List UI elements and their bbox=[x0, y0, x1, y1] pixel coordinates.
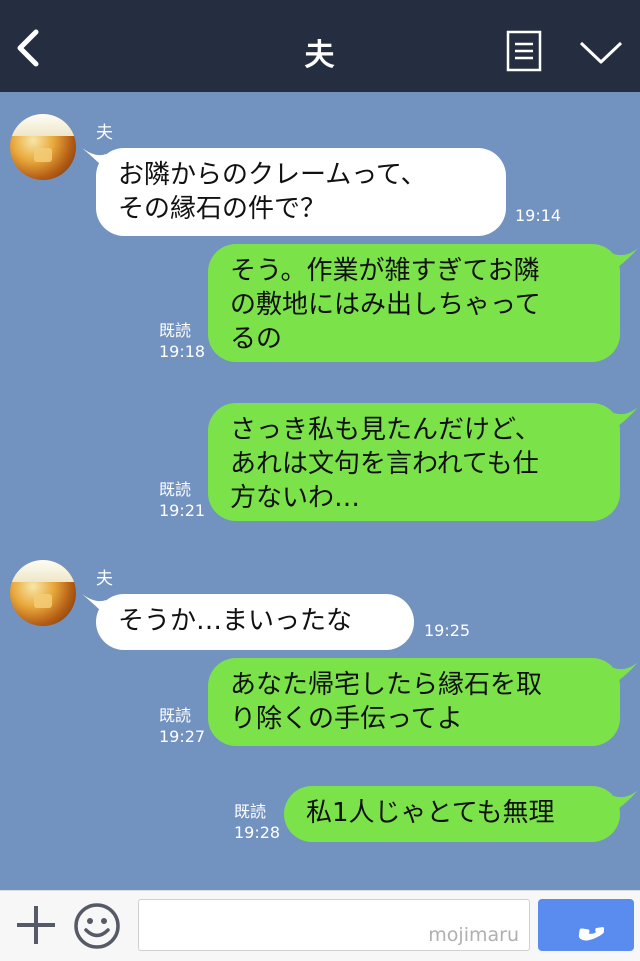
watermark: mojimaru bbox=[428, 924, 519, 946]
message-bubble: そうか…まいったな bbox=[96, 594, 414, 650]
message-time: 19:18 bbox=[159, 342, 206, 361]
chat-header: 夫 bbox=[0, 0, 640, 92]
sender-name: 夫 bbox=[96, 123, 113, 143]
avatar[interactable] bbox=[10, 114, 76, 180]
message-time: 19:14 bbox=[515, 206, 562, 225]
message-time: 19:21 bbox=[159, 501, 206, 520]
read-status: 既読 bbox=[159, 706, 192, 725]
message-time: 19:25 bbox=[424, 621, 471, 640]
message-bubble: 私1人じゃとても無理 bbox=[284, 786, 620, 842]
read-status: 既読 bbox=[159, 480, 192, 499]
note-icon[interactable] bbox=[506, 30, 542, 72]
message-time: 19:27 bbox=[159, 727, 206, 746]
chat-area[interactable]: 夫 お隣からのクレームって、 その縁石の件で？ 19:14 そう。作業が雑すぎて… bbox=[0, 92, 640, 890]
message-bubble: さっき私も見たんだけど、 あれは文句を言われても仕 方ないわ… bbox=[208, 403, 620, 521]
read-status: 既読 bbox=[159, 321, 192, 340]
smiley-icon[interactable] bbox=[72, 901, 122, 951]
message-bubble: あなた帰宅したら縁石を取 り除くの手伝ってよ bbox=[208, 658, 620, 746]
message-bubble: お隣からのクレームって、 その縁石の件で？ bbox=[96, 148, 506, 236]
plus-icon[interactable] bbox=[14, 903, 58, 947]
call-button[interactable] bbox=[538, 899, 634, 951]
message-time: 19:28 bbox=[234, 823, 281, 842]
bubble-tail bbox=[614, 248, 638, 270]
message-bubble: そう。作業が雑すぎてお隣 の敷地にはみ出しちゃって るの bbox=[208, 244, 620, 362]
sender-name: 夫 bbox=[96, 569, 113, 589]
input-bar: mojimaru bbox=[0, 890, 640, 961]
read-status: 既読 bbox=[234, 802, 267, 821]
message-input[interactable]: mojimaru bbox=[138, 899, 530, 951]
bubble-tail bbox=[614, 407, 638, 429]
bubble-tail bbox=[614, 662, 638, 684]
phone-icon bbox=[578, 927, 604, 941]
avatar[interactable] bbox=[10, 560, 76, 626]
chat-title: 夫 bbox=[304, 38, 336, 73]
bubble-tail bbox=[614, 790, 638, 812]
chevron-down-icon[interactable] bbox=[578, 38, 624, 68]
